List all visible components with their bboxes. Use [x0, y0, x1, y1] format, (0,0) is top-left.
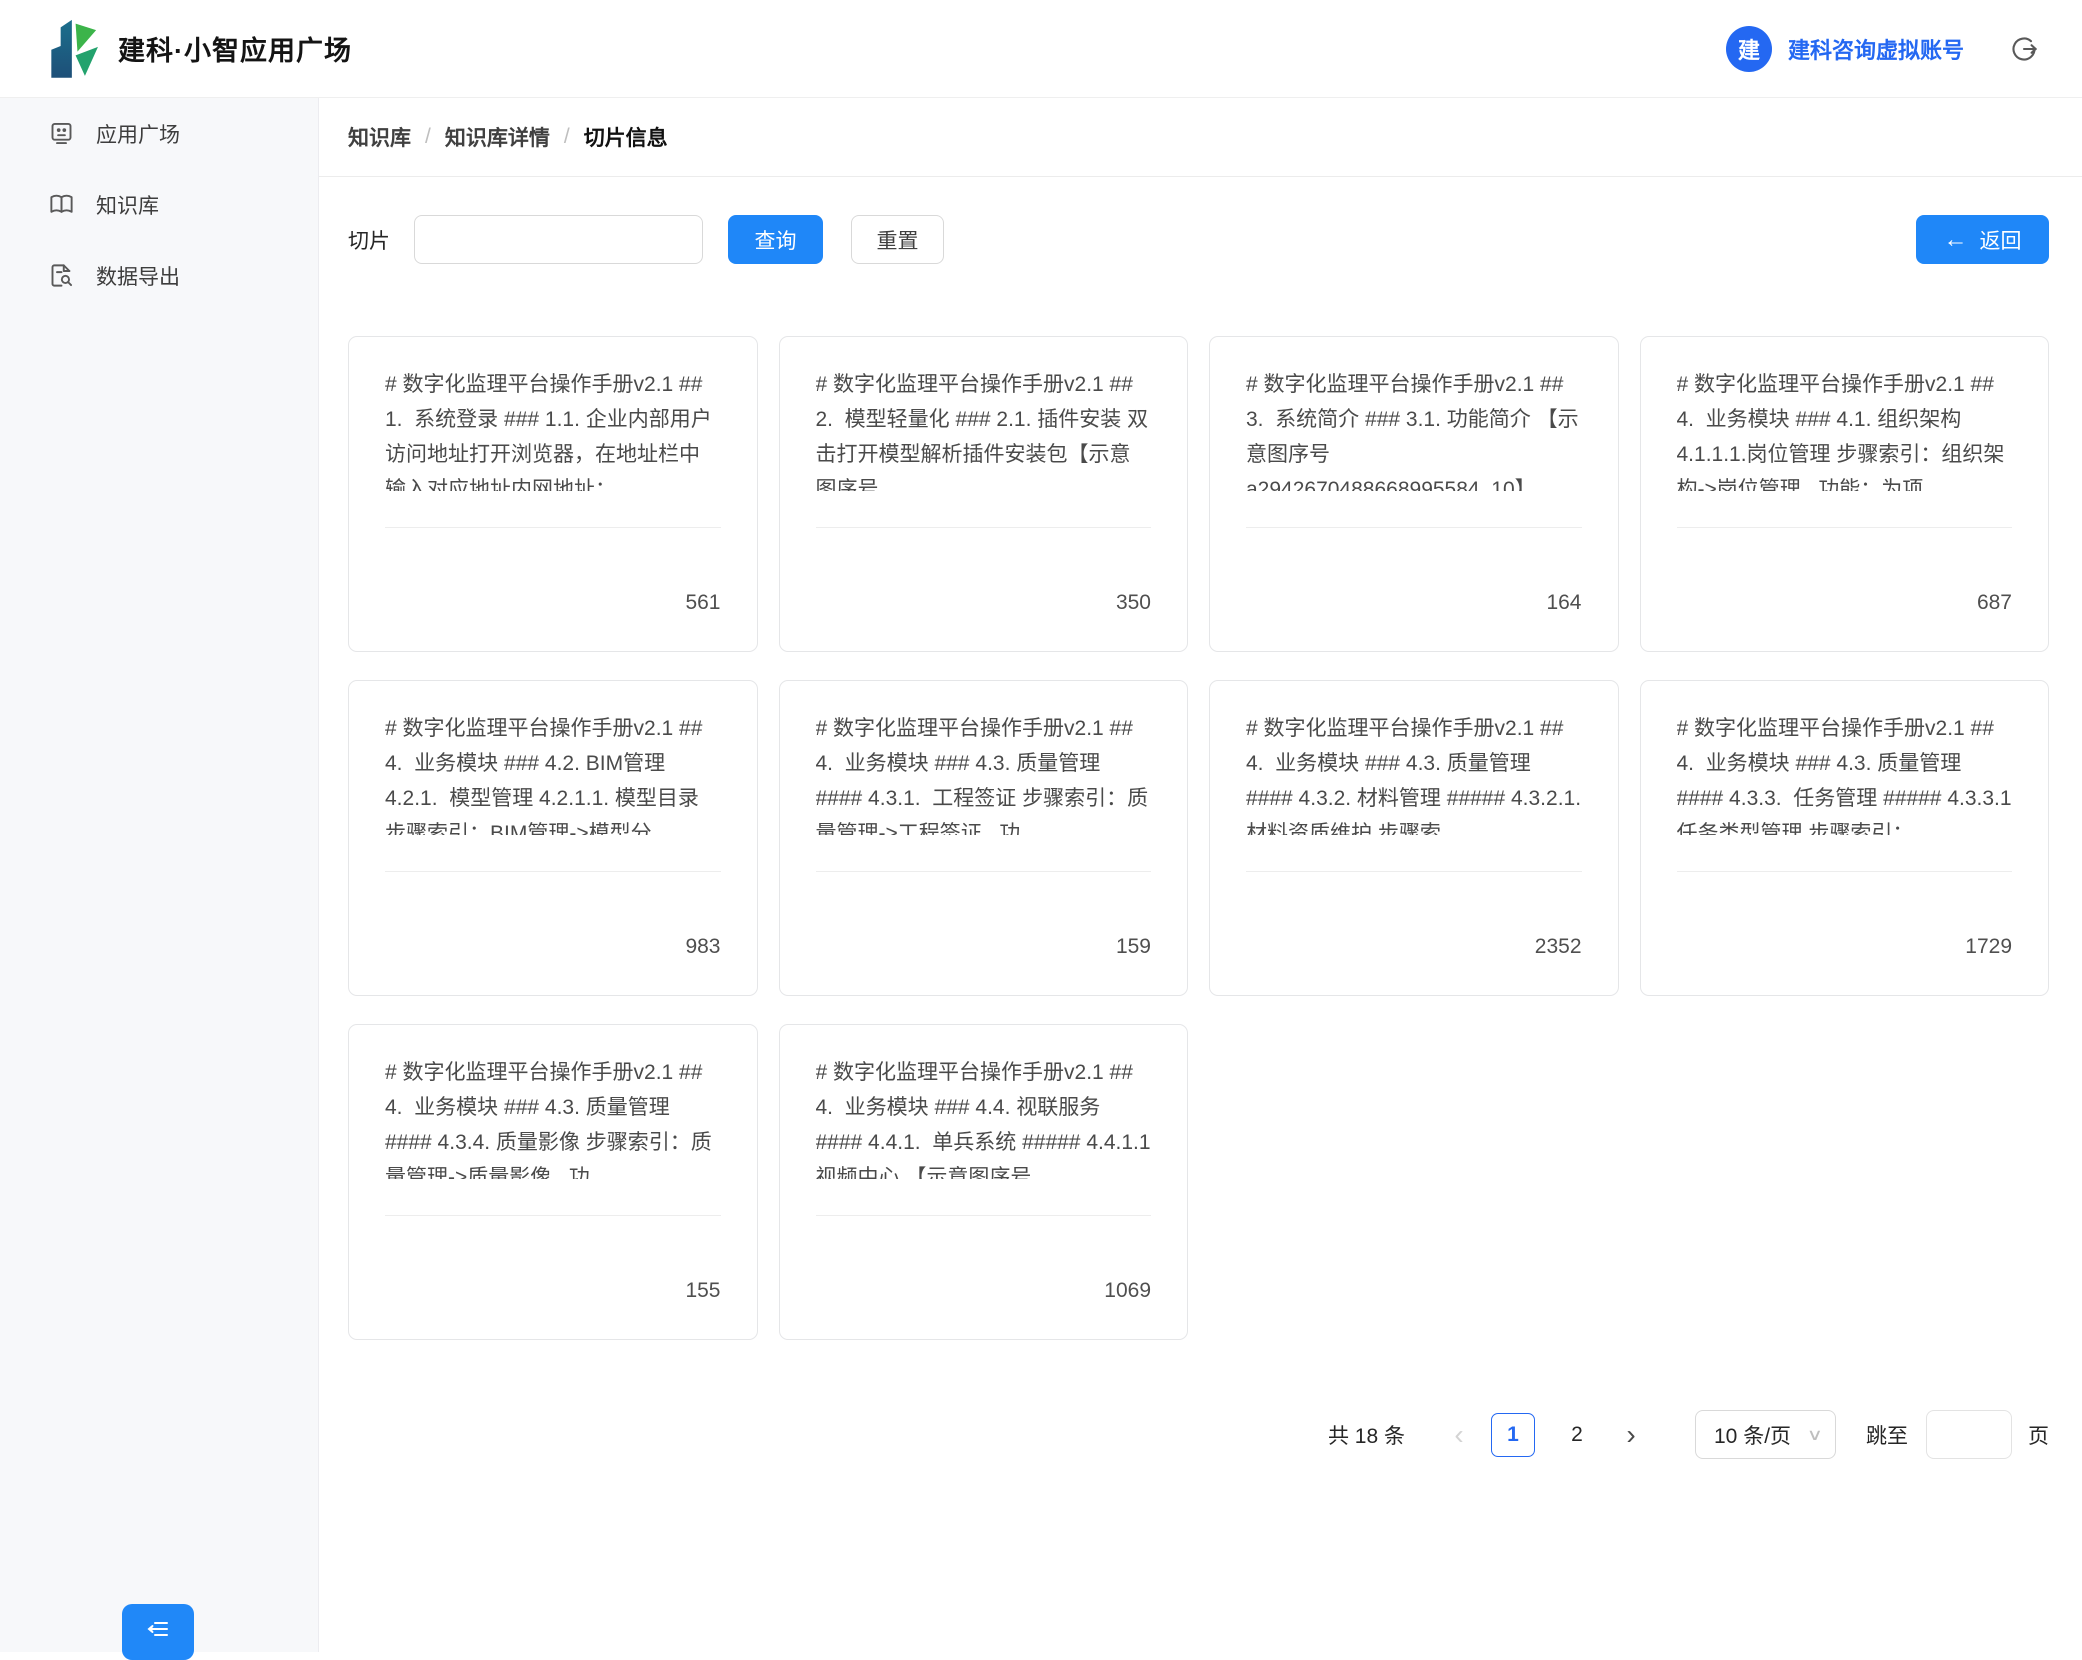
card-divider	[1677, 527, 2013, 528]
sidebar-item-label: 知识库	[96, 190, 159, 220]
jump-to-page-input[interactable]	[1926, 1410, 2012, 1459]
chevron-down-icon: ∨	[1807, 1425, 1823, 1445]
slice-card-count: 561	[385, 591, 721, 615]
card-divider	[1677, 871, 2013, 872]
back-arrow-icon: ←	[1944, 228, 1968, 252]
slice-card-count: 1729	[1677, 935, 2013, 959]
card-divider	[385, 1215, 721, 1216]
slice-card[interactable]: # 数字化监理平台操作手册v2.1 ## 4. 业务模块 ### 4.3. 质量…	[1640, 680, 2050, 996]
jump-to-label: 跳至	[1866, 1420, 1908, 1450]
slice-card-text: # 数字化监理平台操作手册v2.1 ## 4. 业务模块 ### 4.3. 质量…	[385, 1055, 721, 1179]
sidebar-item-app-plaza[interactable]: 应用广场	[0, 98, 318, 169]
card-divider	[816, 871, 1152, 872]
data-export-icon	[48, 262, 75, 289]
pagination: 共 18 条 ‹ 1 2 › 10 条/页 ∨ 跳至 页	[348, 1410, 2049, 1459]
app-logo-icon	[42, 18, 98, 80]
pagination-total: 共 18 条	[1328, 1420, 1405, 1450]
slice-cards-grid: # 数字化监理平台操作手册v2.1 ## 1. 系统登录 ### 1.1. 企业…	[348, 336, 2049, 1340]
slice-card[interactable]: # 数字化监理平台操作手册v2.1 ## 4. 业务模块 ### 4.3. 质量…	[779, 680, 1189, 996]
main-content: 知识库 / 知识库详情 / 切片信息 切片 查询 重置 ← 返回 # 数字化监理…	[319, 98, 2082, 1652]
slice-card-count: 164	[1246, 591, 1582, 615]
logout-icon[interactable]	[2010, 35, 2038, 63]
slice-card-text: # 数字化监理平台操作手册v2.1 ## 2. 模型轻量化 ### 2.1. 插…	[816, 367, 1152, 491]
slice-card[interactable]: # 数字化监理平台操作手册v2.1 ## 1. 系统登录 ### 1.1. 企业…	[348, 336, 758, 652]
slice-card-text: # 数字化监理平台操作手册v2.1 ## 4. 业务模块 ### 4.4. 视联…	[816, 1055, 1152, 1179]
reset-button[interactable]: 重置	[851, 215, 944, 264]
user-avatar[interactable]: 建	[1726, 26, 1772, 72]
card-divider	[1246, 527, 1582, 528]
slice-card-count: 155	[385, 1279, 721, 1303]
page-unit-label: 页	[2028, 1420, 2049, 1450]
slice-card-text: # 数字化监理平台操作手册v2.1 ## 4. 业务模块 ### 4.3. 质量…	[1677, 711, 2013, 835]
slice-card-text: # 数字化监理平台操作手册v2.1 ## 4. 业务模块 ### 4.3. 质量…	[816, 711, 1152, 835]
sidebar: 应用广场 知识库 数据导出	[0, 98, 319, 1652]
slice-card-count: 159	[816, 935, 1152, 959]
sidebar-item-knowledge-base[interactable]: 知识库	[0, 169, 318, 240]
pagination-page-1[interactable]: 1	[1491, 1413, 1535, 1457]
slice-card-text: # 数字化监理平台操作手册v2.1 ## 4. 业务模块 ### 4.1. 组织…	[1677, 367, 2013, 491]
breadcrumb-current: 切片信息	[584, 122, 668, 152]
sidebar-item-label: 数据导出	[96, 261, 180, 291]
page-size-value: 10 条/页	[1714, 1420, 1791, 1450]
knowledge-base-icon	[48, 191, 75, 218]
pagination-next-icon[interactable]: ›	[1609, 1413, 1653, 1457]
slice-card-text: # 数字化监理平台操作手册v2.1 ## 3. 系统简介 ### 3.1. 功能…	[1246, 367, 1582, 491]
slice-card[interactable]: # 数字化监理平台操作手册v2.1 ## 2. 模型轻量化 ### 2.1. 插…	[779, 336, 1189, 652]
sidebar-item-label: 应用广场	[96, 119, 180, 149]
username[interactable]: 建科咨询虚拟账号	[1788, 33, 1964, 65]
slice-card-text: # 数字化监理平台操作手册v2.1 ## 4. 业务模块 ### 4.3. 质量…	[1246, 711, 1582, 835]
card-divider	[385, 871, 721, 872]
slice-card-count: 1069	[816, 1279, 1152, 1303]
app-plaza-icon	[48, 120, 75, 147]
slice-card-count: 687	[1677, 591, 2013, 615]
slice-card[interactable]: # 数字化监理平台操作手册v2.1 ## 4. 业务模块 ### 4.1. 组织…	[1640, 336, 2050, 652]
filter-toolbar: 切片 查询 重置 ← 返回	[348, 215, 2049, 264]
slice-card-count: 350	[816, 591, 1152, 615]
card-divider	[385, 527, 721, 528]
card-divider	[816, 1215, 1152, 1216]
card-divider	[816, 527, 1152, 528]
app-header: 建科·小智应用广场 建 建科咨询虚拟账号	[0, 0, 2082, 98]
slice-search-input[interactable]	[414, 215, 703, 264]
slice-card-count: 2352	[1246, 935, 1582, 959]
slice-card[interactable]: # 数字化监理平台操作手册v2.1 ## 4. 业务模块 ### 4.4. 视联…	[779, 1024, 1189, 1340]
breadcrumb-kb-detail[interactable]: 知识库详情	[445, 122, 550, 152]
slice-card[interactable]: # 数字化监理平台操作手册v2.1 ## 4. 业务模块 ### 4.3. 质量…	[1209, 680, 1619, 996]
query-button[interactable]: 查询	[728, 215, 823, 264]
back-button-label: 返回	[1980, 225, 2022, 255]
slice-card-text: # 数字化监理平台操作手册v2.1 ## 4. 业务模块 ### 4.2. BI…	[385, 711, 721, 835]
slice-filter-label: 切片	[348, 225, 390, 255]
slice-card[interactable]: # 数字化监理平台操作手册v2.1 ## 3. 系统简介 ### 3.1. 功能…	[1209, 336, 1619, 652]
breadcrumb-separator: /	[564, 125, 570, 149]
page-size-select[interactable]: 10 条/页 ∨	[1695, 1410, 1836, 1459]
slice-card-text: # 数字化监理平台操作手册v2.1 ## 1. 系统登录 ### 1.1. 企业…	[385, 367, 721, 491]
slice-card[interactable]: # 数字化监理平台操作手册v2.1 ## 4. 业务模块 ### 4.3. 质量…	[348, 1024, 758, 1340]
breadcrumb-separator: /	[425, 125, 431, 149]
breadcrumb: 知识库 / 知识库详情 / 切片信息	[319, 98, 2082, 177]
breadcrumb-knowledge-base[interactable]: 知识库	[348, 122, 411, 152]
back-button[interactable]: ← 返回	[1916, 215, 2049, 264]
sidebar-item-data-export[interactable]: 数据导出	[0, 240, 318, 311]
card-divider	[1246, 871, 1582, 872]
pagination-prev-icon[interactable]: ‹	[1437, 1413, 1481, 1457]
slice-card[interactable]: # 数字化监理平台操作手册v2.1 ## 4. 业务模块 ### 4.2. BI…	[348, 680, 758, 996]
app-title: 建科·小智应用广场	[118, 29, 352, 68]
pagination-page-2[interactable]: 2	[1555, 1413, 1599, 1457]
slice-card-count: 983	[385, 935, 721, 959]
